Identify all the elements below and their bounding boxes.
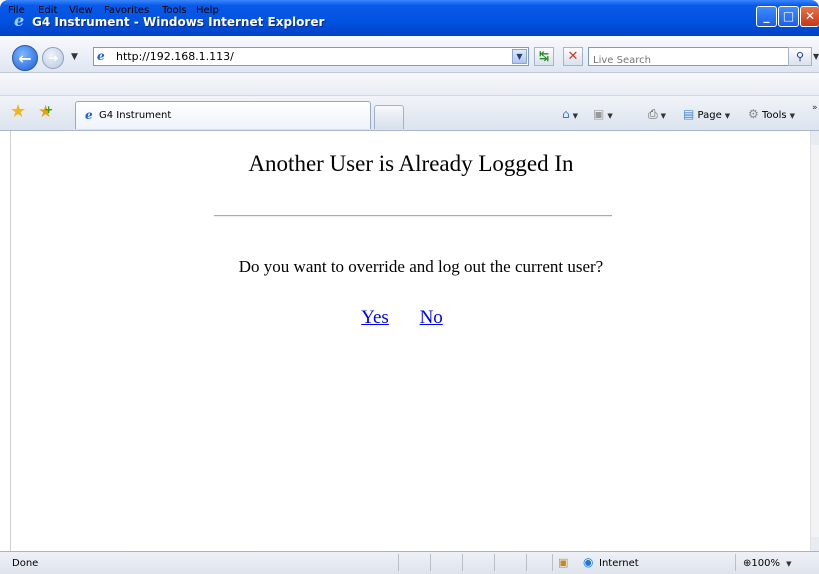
maximize-button[interactable]: □ — [778, 6, 799, 27]
minimize-button[interactable]: _ — [756, 6, 777, 27]
status-bar — [0, 551, 819, 574]
search-field[interactable] — [588, 47, 807, 68]
feeds-button[interactable]: ▣ ▼ — [593, 107, 613, 121]
status-divider — [398, 554, 399, 571]
globe-icon: ◉ — [583, 555, 594, 569]
scroll-up-button[interactable] — [811, 131, 819, 145]
home-button[interactable]: ⌂ ▼ — [562, 107, 578, 121]
menu-edit[interactable]: Edit — [38, 5, 57, 16]
security-zone-label[interactable]: Internet — [599, 558, 639, 569]
page-content: Another User is Already Logged In Do you… — [10, 131, 810, 551]
status-divider — [462, 554, 463, 571]
back-button[interactable]: ← — [12, 45, 38, 71]
menu-tools[interactable]: Tools — [162, 5, 187, 16]
status-divider — [526, 554, 527, 571]
tab-g4-instrument[interactable]: e G4 Instrument — [75, 101, 371, 129]
vertical-scrollbar[interactable] — [810, 131, 819, 551]
scroll-down-button[interactable] — [811, 537, 819, 551]
url-text[interactable]: http://192.168.1.113/ — [116, 50, 234, 63]
window-title: G4 Instrument - Windows Internet Explore… — [32, 15, 325, 29]
search-options-dropdown[interactable]: ▼ — [813, 52, 819, 61]
menu-help[interactable]: Help — [196, 5, 219, 16]
back-arrow-icon: ← — [18, 49, 32, 68]
search-button[interactable]: ⚲ — [788, 47, 812, 66]
add-favorite-icon[interactable]: ★ + — [38, 103, 53, 121]
forward-arrow-icon: → — [47, 51, 59, 65]
search-icon: ⚲ — [795, 50, 805, 63]
menu-favorites[interactable]: Favorites — [104, 5, 149, 16]
page-favicon-icon: e — [97, 49, 105, 63]
horizontal-rule — [214, 215, 612, 217]
choice-links: Yes No — [11, 307, 793, 329]
override-question: Do you want to override and log out the … — [238, 257, 604, 276]
ie-logo-icon: e — [14, 11, 25, 30]
print-icon: ⎙ — [648, 107, 658, 121]
new-tab-button[interactable] — [374, 105, 404, 129]
page-menu-button[interactable]: ▤ Page ▼ — [683, 107, 730, 121]
tab-label: G4 Instrument — [99, 110, 172, 121]
yes-link[interactable]: Yes — [361, 307, 389, 328]
url-history-dropdown[interactable]: ▼ — [512, 49, 527, 64]
recent-pages-dropdown[interactable]: ▼ — [71, 52, 78, 62]
status-divider — [552, 554, 553, 571]
status-divider — [735, 554, 736, 571]
zoom-level: 100% — [751, 558, 780, 569]
status-text: Done — [12, 558, 39, 569]
lock-icon[interactable]: ▣ — [558, 556, 568, 569]
star-icon[interactable]: ★ — [10, 103, 26, 121]
feed-icon: ▣ — [593, 107, 605, 121]
no-link[interactable]: No — [420, 307, 443, 328]
tools-menu-button[interactable]: ⚙ Tools ▼ — [748, 107, 795, 121]
menu-bar — [0, 73, 819, 96]
forward-button[interactable]: → — [42, 47, 64, 69]
toolbar-overflow-chevron[interactable]: » — [812, 103, 818, 113]
stop-button[interactable]: ✕ — [563, 47, 583, 66]
close-button[interactable]: ✕ — [800, 6, 819, 27]
tab-ie-icon: e — [85, 108, 93, 122]
url-field[interactable]: e http://192.168.1.113/ ▼ — [93, 47, 529, 66]
refresh-icon: ↹ — [538, 49, 550, 63]
zoom-control[interactable]: ⊕100% ▼ — [743, 558, 792, 569]
gear-icon: ⚙ — [748, 107, 759, 121]
status-divider — [430, 554, 431, 571]
tools-menu-label: Tools — [761, 110, 787, 121]
home-icon: ⌂ — [562, 107, 570, 121]
page-heading: Another User is Already Logged In — [248, 151, 574, 176]
search-input[interactable] — [593, 53, 783, 68]
status-divider — [494, 554, 495, 571]
menu-view[interactable]: View — [69, 5, 93, 16]
stop-icon: ✕ — [567, 49, 579, 64]
menu-file[interactable]: File — [8, 5, 25, 16]
page-menu-label: Page — [697, 110, 722, 121]
page-icon: ▤ — [683, 107, 695, 121]
refresh-button[interactable]: ↹ — [534, 47, 554, 66]
print-button[interactable]: ⎙ ▼ — [648, 107, 666, 122]
